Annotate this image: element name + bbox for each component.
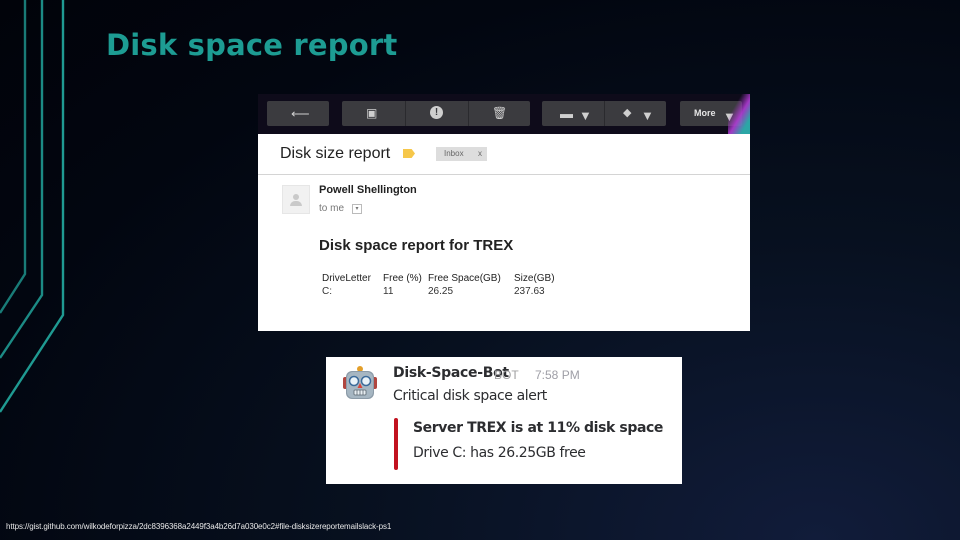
- message-text: Critical disk space alert: [393, 388, 547, 404]
- table-cell: 11: [383, 286, 394, 297]
- recipient-text: to me: [319, 203, 345, 214]
- delete-button[interactable]: 🗑: [469, 101, 530, 126]
- table-cell: C:: [322, 286, 332, 297]
- trash-icon: 🗑: [492, 106, 508, 120]
- tag-icon: ◆: [623, 107, 632, 119]
- move-to-button[interactable]: ▬ ▼: [542, 101, 604, 126]
- column-header: DriveLetter: [322, 273, 371, 284]
- bot-badge: BOT: [494, 368, 519, 382]
- report-heading: Disk space report for TREX: [319, 237, 514, 254]
- decorative-glow: [728, 94, 750, 134]
- sender-avatar: [282, 185, 310, 214]
- attachment-title: Server TREX is at 11% disk space: [413, 420, 663, 436]
- folder-icon: ▬: [560, 106, 573, 121]
- back-button[interactable]: ⟵: [267, 101, 329, 126]
- person-icon-body: [290, 201, 302, 206]
- column-header: Free Space(GB): [428, 273, 501, 284]
- show-details-button[interactable]: ▾: [352, 204, 362, 214]
- table-cell: 237.63: [514, 286, 545, 297]
- source-link[interactable]: https://gist.github.com/wilkodeforpizza/…: [6, 522, 391, 531]
- gmail-toolbar: ⟵ ▣ ! 🗑 ▬ ▼ ◆ ▼ More ▼: [258, 94, 750, 134]
- archive-button[interactable]: ▣: [342, 101, 404, 126]
- robot-icon: [343, 366, 377, 399]
- person-icon: [293, 194, 299, 200]
- attachment-text: Drive C: has 26.25GB free: [413, 445, 586, 461]
- chevron-down-icon: ▼: [641, 108, 654, 123]
- slide-title: Disk space report: [106, 28, 398, 62]
- deco-line-2: [0, 0, 44, 359]
- slack-screenshot: Disk-Space-Bot BOT 7:58 PM Critical disk…: [326, 357, 682, 484]
- header-divider: [258, 174, 750, 175]
- message-timestamp[interactable]: 7:58 PM: [535, 368, 580, 382]
- more-label: More: [694, 108, 716, 118]
- chevron-down-icon: ▼: [579, 108, 592, 123]
- report-spam-icon: !: [430, 106, 443, 119]
- column-header: Size(GB): [514, 273, 555, 284]
- report-spam-button[interactable]: !: [406, 101, 468, 126]
- back-arrow-icon: ⟵: [291, 106, 310, 121]
- table-cell: 26.25: [428, 286, 454, 297]
- archive-icon: ▣: [366, 106, 378, 120]
- gmail-screenshot: ⟵ ▣ ! 🗑 ▬ ▼ ◆ ▼ More ▼ Disk size report: [258, 94, 750, 331]
- attachment-color-bar: [394, 418, 398, 470]
- email-subject: Disk size report: [280, 145, 391, 162]
- remove-label-button[interactable]: x: [478, 147, 482, 161]
- importance-label-icon[interactable]: [403, 149, 415, 158]
- column-header: Free (%): [383, 273, 422, 284]
- deco-line-3: [0, 0, 65, 413]
- inbox-label-chip: Inbox x: [436, 147, 487, 161]
- deco-line-1: [0, 0, 27, 314]
- labels-button[interactable]: ◆ ▼: [605, 101, 666, 126]
- inbox-label-text: Inbox: [444, 149, 464, 158]
- sender-name[interactable]: Powell Shellington: [319, 184, 417, 196]
- bot-name[interactable]: Disk-Space-Bot: [393, 365, 509, 381]
